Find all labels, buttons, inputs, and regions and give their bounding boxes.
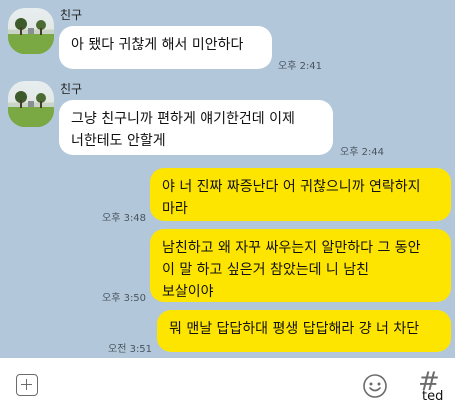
smiley-icon[interactable] <box>362 373 388 399</box>
chat-area[interactable]: 친구 아 됐다 귀찮게 해서 미안하다 오후 2:41 친구 그냥 친구니까 편… <box>0 0 455 358</box>
message-bubble-incoming[interactable]: 그냥 친구니까 편하게 얘기한건데 이제 너한테도 안할게 <box>59 100 333 155</box>
friend-avatar[interactable] <box>8 8 54 54</box>
message-bubble-outgoing[interactable]: 남친하고 왜 자꾸 싸우는지 알만하다 그 동안 이 말 하고 싶은거 참았는데… <box>150 229 451 302</box>
message-time: 오후 3:50 <box>102 293 147 304</box>
message-time: 오후 2:44 <box>340 147 385 158</box>
friend-avatar[interactable] <box>8 81 54 127</box>
plus-square-icon[interactable] <box>16 374 38 396</box>
message-time: 오후 2:41 <box>278 61 323 72</box>
message-time: 오전 3:51 <box>108 344 153 355</box>
message-bubble-incoming[interactable]: 아 됐다 귀찮게 해서 미안하다 <box>59 26 272 69</box>
watermark-text: ted <box>422 389 444 404</box>
message-bubble-outgoing[interactable]: 야 너 진짜 짜증난다 어 귀찮으니까 연락하지 마라 <box>150 168 451 221</box>
message-time: 오후 3:48 <box>102 213 147 224</box>
sender-name: 친구 <box>60 8 83 22</box>
message-input-bar[interactable]: # <box>0 358 455 411</box>
message-bubble-outgoing[interactable]: 뭐 맨날 답답하대 평생 답답해라 걍 너 차단 <box>157 310 451 352</box>
sender-name: 친구 <box>60 82 83 96</box>
